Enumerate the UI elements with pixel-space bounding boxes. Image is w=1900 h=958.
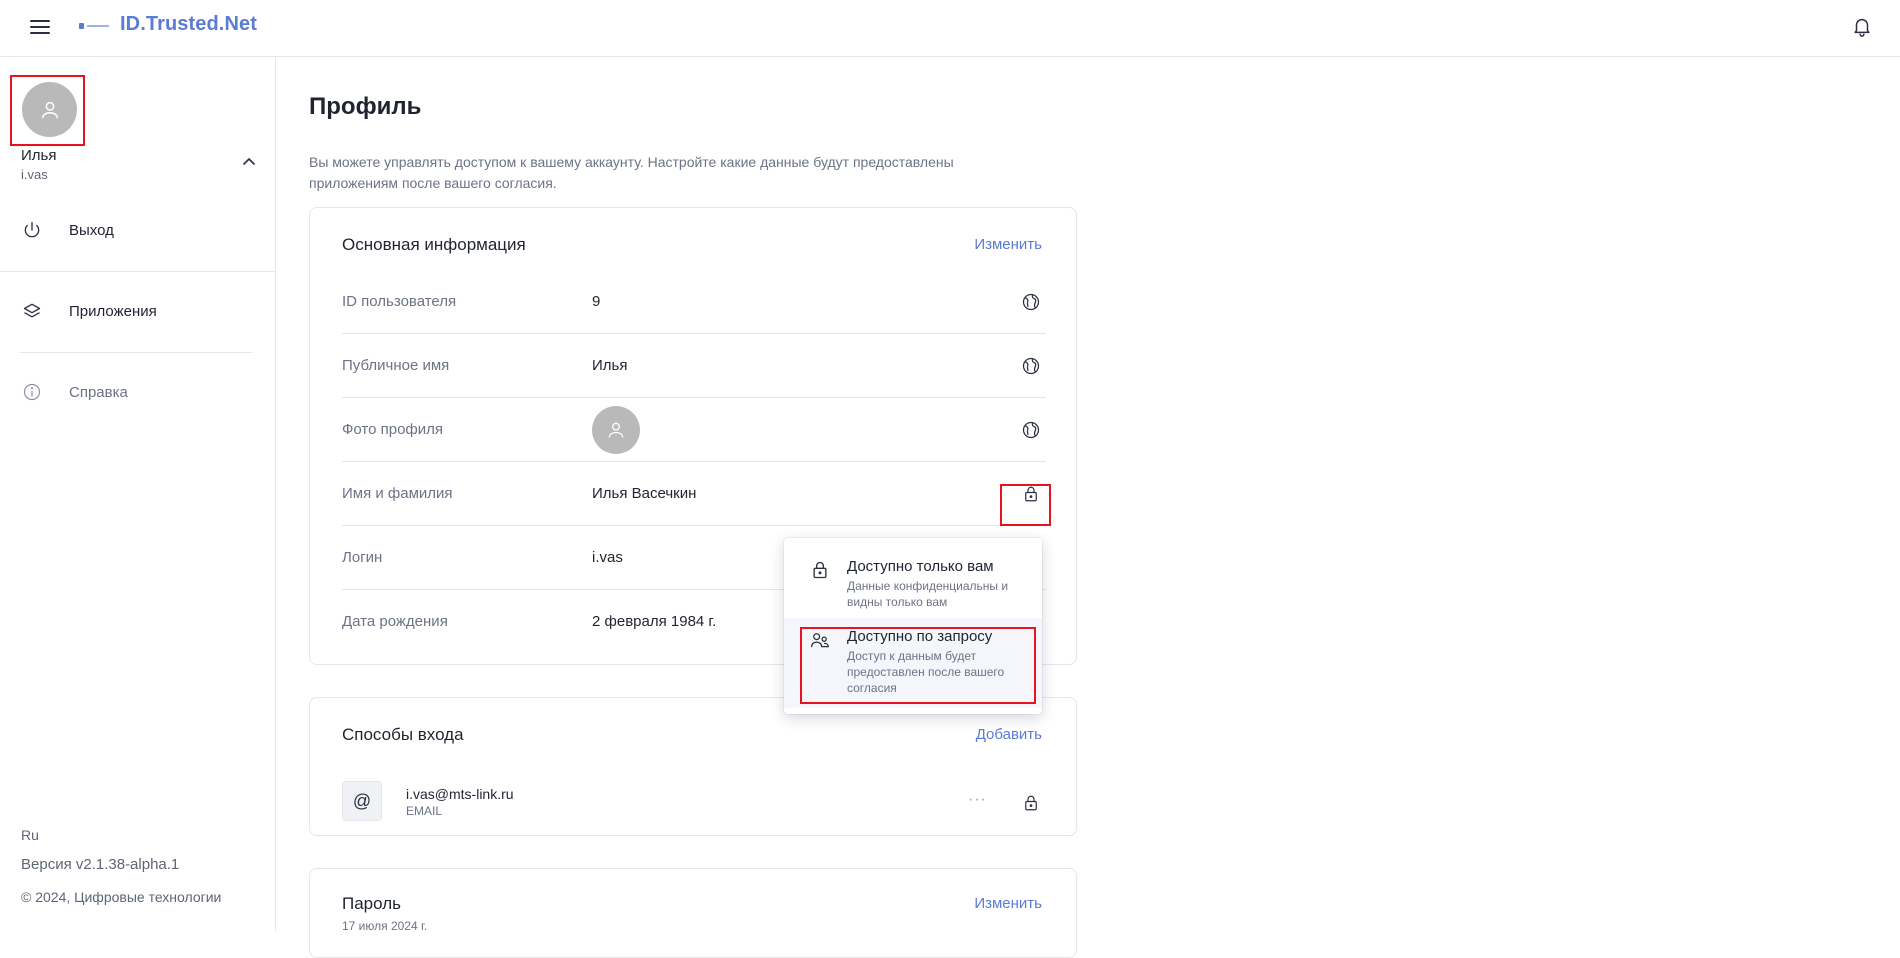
bell-icon[interactable]: [1851, 14, 1873, 38]
language-switch[interactable]: Ru: [21, 827, 39, 843]
sidebar-item-logout[interactable]: Выход: [20, 215, 114, 245]
divider: [20, 352, 252, 353]
card-title: Пароль: [342, 894, 401, 913]
logo-mark-icon: [79, 23, 109, 29]
sidebar-item-label: Справка: [69, 383, 128, 401]
info-row-full-name: Имя и фамилия Илья Васечкин: [342, 462, 1046, 526]
app-logo[interactable]: ID.Trusted.Net: [120, 13, 257, 36]
row-value: 9: [592, 293, 601, 310]
lock-highlight: [1000, 484, 1051, 526]
info-row-photo: Фото профиля: [342, 398, 1046, 462]
password-date: 17 июля 2024 г.: [342, 919, 428, 933]
page-description: Вы можете управлять доступом к вашему ак…: [309, 154, 954, 191]
hamburger-menu-icon[interactable]: [30, 17, 52, 35]
profile-photo[interactable]: [592, 406, 640, 454]
top-bar: ID.Trusted.Net: [0, 0, 1900, 57]
page-title: Профиль: [309, 93, 422, 120]
user-name: Илья: [21, 147, 57, 164]
sidebar-item-apps[interactable]: Приложения: [20, 296, 157, 326]
info-icon: [20, 380, 44, 404]
row-value: i.vas: [592, 549, 623, 566]
info-row-id: ID пользователя 9: [342, 270, 1046, 334]
edit-basic-info-link[interactable]: Изменить: [974, 236, 1042, 253]
sidebar-item-help[interactable]: Справка: [20, 377, 128, 407]
login-email: i.vas@mts-link.ru: [406, 786, 514, 802]
row-label: Имя и фамилия: [342, 485, 453, 502]
more-options-button[interactable]: ···: [968, 791, 987, 809]
row-label: ID пользователя: [342, 293, 457, 310]
edit-password-link[interactable]: Изменить: [974, 895, 1042, 912]
selected-option-highlight: [800, 627, 1036, 704]
option-subtitle: Данные конфиденциальны и видны только ва…: [847, 579, 1009, 609]
card-title: Способы входа: [342, 725, 464, 744]
row-value: Илья: [592, 357, 628, 374]
row-label: Логин: [342, 549, 383, 566]
login-type: EMAIL: [406, 804, 443, 818]
row-label: Публичное имя: [342, 357, 450, 374]
at-icon: @: [342, 781, 382, 821]
power-icon: [20, 218, 44, 242]
row-value: 2 февраля 1984 г.: [592, 613, 717, 630]
row-label: Дата рождения: [342, 613, 448, 630]
sidebar: Илья i.vas Выход Приложения Справка Ru В…: [0, 57, 276, 932]
option-title: Доступно только вам: [847, 558, 994, 575]
option-only-you[interactable]: Доступно только вам Данные конфиденциаль…: [784, 558, 1042, 616]
lock-icon[interactable]: [1019, 791, 1043, 815]
avatar[interactable]: [22, 82, 77, 137]
user-icon: [608, 422, 624, 438]
globe-icon[interactable]: [1019, 290, 1043, 314]
login-methods-card: Способы входа Добавить @ i.vas@mts-link.…: [309, 697, 1077, 836]
avatar-highlight: [10, 75, 85, 146]
layers-icon: [20, 299, 44, 323]
user-icon: [41, 101, 58, 118]
copyright: © 2024, Цифровые технологии: [21, 889, 222, 905]
row-label: Фото профиля: [342, 421, 444, 438]
add-login-method-link[interactable]: Добавить: [976, 726, 1042, 743]
chevron-up-icon[interactable]: [242, 156, 256, 166]
divider: [0, 271, 276, 272]
globe-icon[interactable]: [1019, 354, 1043, 378]
version-label: Версия v2.1.38-alpha.1: [21, 856, 180, 873]
row-value: Илья Васечкин: [592, 485, 697, 502]
globe-icon[interactable]: [1019, 418, 1043, 442]
sidebar-item-label: Приложения: [69, 302, 157, 320]
password-card: Пароль Изменить 17 июля 2024 г.: [309, 868, 1077, 958]
lock-icon: [813, 561, 827, 579]
sidebar-item-label: Выход: [69, 221, 114, 239]
user-login: i.vas: [21, 167, 48, 182]
info-row-public-name: Публичное имя Илья: [342, 334, 1046, 398]
login-method-item: @ i.vas@mts-link.ru EMAIL ···: [342, 781, 1046, 825]
card-title: Основная информация: [342, 235, 526, 254]
